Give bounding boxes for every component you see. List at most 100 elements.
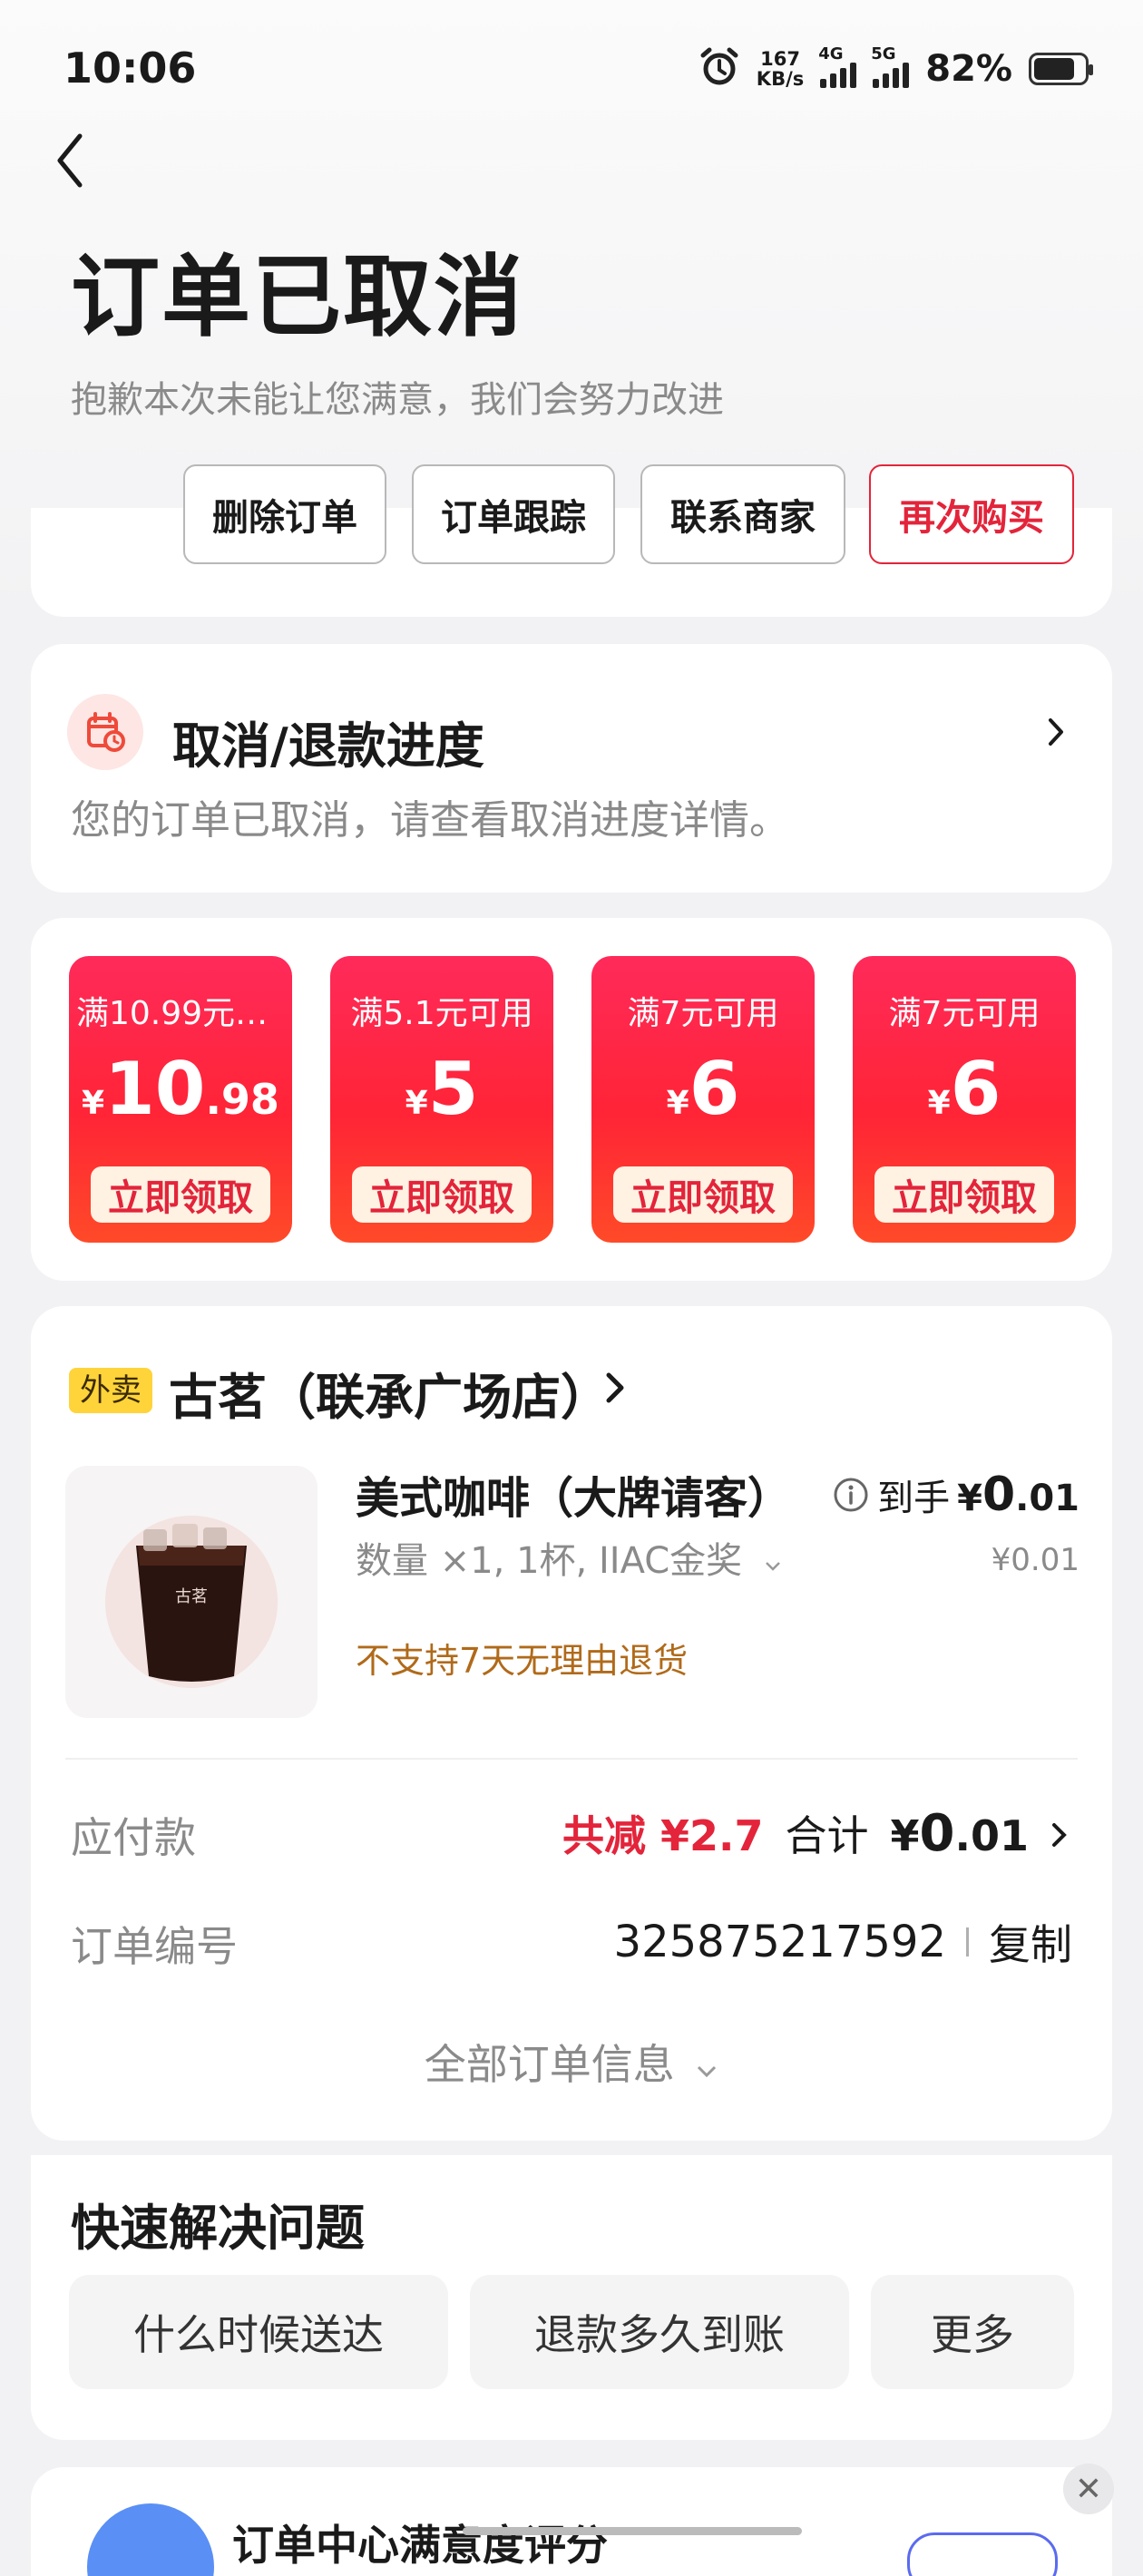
coupon-condition: 满7元可用 <box>888 995 1040 1032</box>
divider <box>65 1758 1078 1760</box>
chevron-down-icon <box>698 2065 717 2078</box>
payment-summary[interactable]: 共减 ¥2.7 合计 ¥0.01 <box>562 1803 1069 1863</box>
coupon-amount-int: 6 <box>950 1047 1001 1131</box>
separator <box>966 1927 969 1956</box>
takeout-tag: 外卖 <box>69 1368 152 1413</box>
product-image[interactable]: 古茗 <box>65 1466 318 1718</box>
back-arrow-icon[interactable] <box>53 129 89 192</box>
coupon-condition: 满7元可用 <box>627 995 779 1032</box>
coupon-amount: ¥10.98 <box>69 1047 292 1131</box>
store-chevron-right-icon[interactable] <box>604 1368 626 1411</box>
quick-help-chip[interactable]: 什么时候送达 <box>69 2275 448 2389</box>
refund-progress-card[interactable]: 取消/退款进度 您的订单已取消，请查看取消进度详情。 <box>31 644 1112 893</box>
refund-progress-title: 取消/退款进度 <box>172 717 484 775</box>
quick-help-card: 快速解决问题 什么时候送达 退款多久到账 更多 <box>31 2155 1112 2440</box>
signal-4g-icon: 4G <box>818 44 857 88</box>
coupon-condition: 满5.1元可用 <box>350 995 533 1032</box>
quick-help-chip[interactable]: 更多 <box>871 2275 1074 2389</box>
coupon-item[interactable]: 满7元可用 ¥6 立即领取 <box>853 956 1076 1243</box>
price-int: 0 <box>982 1468 1016 1522</box>
alarm-icon <box>698 46 740 92</box>
order-number: 325875217592 <box>613 1917 946 1967</box>
price-yen: ¥ <box>957 1478 982 1519</box>
home-indicator <box>463 2527 802 2535</box>
chevron-down-icon <box>766 1562 780 1571</box>
original-price: ¥0.01 <box>991 1542 1080 1578</box>
chevron-right-icon <box>1052 1823 1067 1847</box>
all-order-info-label: 全部订单信息 <box>424 2040 675 2089</box>
buy-again-button[interactable]: 再次购买 <box>869 464 1074 564</box>
net-speed-unit: KB/s <box>756 68 805 90</box>
net-speed: 167 KB/s <box>757 49 804 89</box>
product-spec: 数量 ×1, 1杯, IIAC金奖 <box>356 1531 783 1584</box>
product-spec-text: 数量 ×1, 1杯, IIAC金奖 <box>356 1540 743 1582</box>
contact-merchant-button[interactable]: 联系商家 <box>640 464 845 564</box>
status-icons: 167 KB/s 4G 5G 82% <box>698 42 1093 96</box>
coupon-yen: ¥ <box>82 1085 105 1122</box>
order-number-label: 订单编号 <box>71 1922 238 1971</box>
claim-coupon-button[interactable]: 立即领取 <box>91 1166 270 1223</box>
coupon-yen: ¥ <box>927 1085 951 1122</box>
signal-4g-label: 4G <box>818 44 844 63</box>
battery-icon <box>1029 53 1093 85</box>
close-icon[interactable]: ✕ <box>1063 2464 1114 2514</box>
total-label: 合计 <box>785 1811 869 1860</box>
quick-help-title: 快速解决问题 <box>71 2200 365 2257</box>
survey-action-pill[interactable] <box>907 2532 1058 2576</box>
refund-progress-desc: 您的订单已取消，请查看取消进度详情。 <box>71 797 789 844</box>
status-bar: 10:06 167 KB/s 4G 5G 82% <box>0 0 1143 136</box>
copy-button[interactable]: 复制 <box>989 1912 1072 1972</box>
calendar-clock-icon <box>67 694 143 770</box>
coupon-card: 满10.99元可用 ¥10.98 立即领取 满5.1元可用 ¥5 立即领取 满7… <box>31 918 1112 1281</box>
coupon-item[interactable]: 满7元可用 ¥6 立即领取 <box>591 956 815 1243</box>
net-speed-value: 167 <box>760 48 800 70</box>
page-subtitle: 抱歉本次未能让您满意，我们会努力改进 <box>71 379 724 421</box>
total-yen: ¥ <box>890 1811 920 1860</box>
page-title: 订单已取消 <box>71 246 525 349</box>
info-icon[interactable] <box>832 1476 870 1514</box>
quick-help-chip[interactable]: 退款多久到账 <box>470 2275 849 2389</box>
coffee-cup-icon: 古茗 <box>105 1516 278 1688</box>
payable-label: 应付款 <box>71 1813 196 1862</box>
product-name: 美式咖啡（大牌请客） <box>356 1473 792 1524</box>
price-dec: .01 <box>1015 1478 1080 1519</box>
coupon-item[interactable]: 满5.1元可用 ¥5 立即领取 <box>330 956 553 1243</box>
total-int: 0 <box>919 1804 955 1863</box>
total-value: ¥0.01 <box>891 1804 1029 1863</box>
signal-5g-icon: 5G <box>871 44 910 88</box>
cup-brand-label: 古茗 <box>175 1587 208 1606</box>
price-value: ¥0.01 <box>957 1468 1080 1522</box>
coupon-condition: 满10.99元可用 <box>76 995 292 1032</box>
coupon-amount: ¥5 <box>330 1047 553 1131</box>
coupon-yen: ¥ <box>405 1085 428 1122</box>
signal-5g-label: 5G <box>871 44 896 63</box>
price-label: 到手 <box>877 1478 951 1519</box>
claim-coupon-button[interactable]: 立即领取 <box>352 1166 532 1223</box>
coupon-yen: ¥ <box>666 1085 689 1122</box>
return-policy-note: 不支持7天无理由退货 <box>356 1641 689 1681</box>
status-time: 10:06 <box>64 44 197 93</box>
claim-coupon-button[interactable]: 立即领取 <box>874 1166 1054 1223</box>
satisfaction-survey-card[interactable]: 订单中心满意度评分 <box>31 2467 1112 2576</box>
coupon-amount: ¥6 <box>853 1047 1076 1131</box>
avatar <box>87 2503 214 2576</box>
track-order-button[interactable]: 订单跟踪 <box>412 464 615 564</box>
delete-order-button[interactable]: 删除订单 <box>183 464 386 564</box>
chevron-right-icon <box>1047 717 1065 751</box>
final-price: 到手 ¥0.01 <box>832 1468 1080 1522</box>
order-number-row: 325875217592 复制 <box>614 1912 1072 1972</box>
claim-coupon-button[interactable]: 立即领取 <box>613 1166 793 1223</box>
survey-title: 订单中心满意度评分 <box>232 2521 608 2570</box>
battery-percent: 82% <box>925 48 1012 90</box>
coupon-amount-int: 5 <box>427 1047 479 1131</box>
coupon-amount-int: 6 <box>689 1047 740 1131</box>
discount-total: 共减 ¥2.7 <box>562 1811 764 1860</box>
store-name[interactable]: 古茗（联承广场店） <box>169 1357 610 1429</box>
coupon-amount: ¥6 <box>591 1047 815 1131</box>
coupon-amount-dec: .98 <box>205 1075 279 1124</box>
all-order-info-toggle[interactable]: 全部订单信息 <box>31 2032 1112 2092</box>
total-dec: .01 <box>954 1811 1030 1860</box>
order-card: 外卖 古茗（联承广场店） 古茗 美式咖啡（大牌请客） 数量 ×1, 1杯, II… <box>31 1306 1112 2141</box>
coupon-amount-int: 10 <box>104 1047 206 1131</box>
coupon-item[interactable]: 满10.99元可用 ¥10.98 立即领取 <box>69 956 292 1243</box>
